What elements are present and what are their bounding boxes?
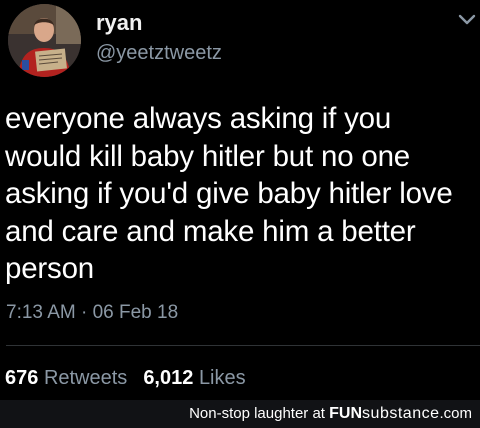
tweet-timestamp[interactable]: 7:13 AM · 06 Feb 18: [6, 302, 178, 324]
watermark-footer: Non-stop laughter at FUNsubstance.com: [0, 400, 480, 428]
brand-suffix: .com: [439, 405, 472, 422]
watermark-text: Non-stop laughter at FUNsubstance.com: [189, 405, 472, 423]
tweet-card: ryan @yeetztweetz everyone always asking…: [0, 0, 480, 398]
engagement-stats: 676 Retweets 6,012 Likes: [5, 367, 246, 390]
watermark-caption: Non-stop laughter at: [189, 405, 330, 422]
likes-label: Likes: [198, 367, 246, 389]
likes-stat[interactable]: 6,012 Likes: [143, 367, 245, 390]
likes-count: 6,012: [143, 367, 194, 389]
brand-substance: substance: [362, 405, 440, 422]
avatar-photo-icon: [8, 4, 81, 77]
display-name[interactable]: ryan: [96, 10, 142, 36]
user-handle[interactable]: @yeetztweetz: [96, 42, 222, 65]
chevron-down-icon[interactable]: [457, 12, 477, 28]
retweets-label: Retweets: [43, 367, 128, 389]
divider: [6, 345, 480, 346]
retweets-stat[interactable]: 676 Retweets: [5, 367, 127, 390]
avatar[interactable]: [8, 4, 81, 77]
tweet-text: everyone always asking if you would kill…: [5, 102, 453, 285]
brand-fun: FUN: [329, 405, 363, 422]
retweets-count: 676: [5, 367, 39, 389]
